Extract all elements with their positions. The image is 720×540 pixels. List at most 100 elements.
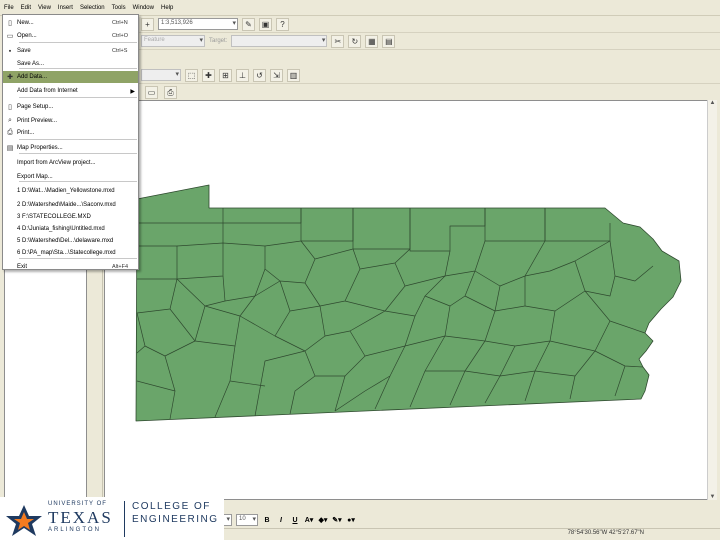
- rotate-tool-icon[interactable]: ↻: [348, 34, 362, 48]
- layer-select-combo[interactable]: [141, 69, 181, 81]
- menu-separator: [19, 42, 137, 43]
- new-document-icon: ▯: [8, 20, 12, 27]
- logo-divider: [124, 501, 125, 537]
- file-menu-item-label: Open...: [17, 33, 37, 39]
- file-menu-item-label: Print Preview...: [17, 118, 58, 124]
- uta-logo: UNIVERSITY OF TEXAS ARLINGTON COLLEGE OF…: [0, 497, 224, 540]
- open-folder-icon: ▭: [6, 33, 14, 40]
- layer-combo[interactable]: Feature: [141, 35, 205, 47]
- file-menu-item-label: Exit: [17, 264, 28, 270]
- menu-separator: [19, 139, 137, 140]
- font-size-combo[interactable]: 10: [236, 514, 258, 526]
- scroll-down-icon[interactable]: ▼: [708, 494, 717, 500]
- split-tool-icon[interactable]: ✂: [331, 34, 345, 48]
- sketch-properties-icon[interactable]: ▤: [382, 34, 396, 48]
- file-menu-item[interactable]: 4 D:\Juniata_fishing\Untitled.mxd: [3, 223, 138, 235]
- file-menu-item-label: Add Data...: [17, 74, 48, 80]
- file-menu-item-label: 6 D:\PA_map\Sta...\Statecollege.mxd: [17, 250, 116, 256]
- map-properties-icon: ▤: [6, 145, 14, 152]
- file-menu-item[interactable]: Export Map...: [3, 171, 138, 183]
- menu-selection[interactable]: Selection: [80, 5, 105, 11]
- scroll-up-icon[interactable]: ▲: [708, 100, 717, 106]
- file-menu-shortcut: Ctrl+S: [112, 48, 128, 54]
- coordinate-readout: 78°54'30.56"W 42°5'27.67"N: [567, 530, 644, 536]
- file-menu-item[interactable]: ▤ Map Properties...: [3, 142, 138, 154]
- file-menu-item-label: 2 D:\Watershed\Maide...\Saconv.mxd: [17, 202, 116, 208]
- pennsylvania-county-map: [135, 184, 682, 422]
- logo-university-of: UNIVERSITY OF: [48, 501, 107, 507]
- arctoolbox-icon[interactable]: ▣: [259, 17, 272, 31]
- underline-button[interactable]: U: [290, 517, 300, 524]
- file-menu-item[interactable]: ▪ Save Ctrl+S: [3, 45, 138, 57]
- attributes-icon[interactable]: ▦: [365, 34, 379, 48]
- line-color-icon[interactable]: ✎▾: [332, 516, 342, 524]
- file-menu-item[interactable]: 6 D:\PA_map\Sta...\Statecollege.mxd: [3, 247, 138, 259]
- italic-button[interactable]: I: [276, 517, 286, 524]
- measure-icon[interactable]: ⊥: [236, 68, 249, 82]
- target-label: Target:: [209, 38, 228, 44]
- file-menu-item[interactable]: ▭ Open... Ctrl+O: [3, 30, 138, 42]
- file-menu-item-label: Map Properties...: [17, 145, 63, 151]
- add-control-points-icon[interactable]: ✚: [202, 68, 215, 82]
- file-menu-shortcut: Ctrl+O: [112, 33, 129, 39]
- print-toolbar-icon[interactable]: ⎙: [164, 86, 177, 99]
- menu-view[interactable]: View: [38, 5, 51, 11]
- page-setup-icon: ▯: [8, 104, 12, 111]
- file-menu-shortcut: Alt+F4: [112, 264, 129, 270]
- file-menu-item[interactable]: Save As...: [3, 58, 138, 70]
- file-menu-item[interactable]: 3 F:\STATECOLLEGE.MXD: [3, 211, 138, 223]
- bold-button[interactable]: B: [262, 517, 272, 524]
- file-menu-item-label: Import from ArcView project...: [17, 160, 96, 166]
- logo-engineering: ENGINEERING: [132, 514, 219, 525]
- file-menu-item-label: Save As...: [17, 61, 45, 67]
- menu-separator: [19, 97, 137, 98]
- file-menu-item[interactable]: Exit Alt+F4: [3, 261, 138, 273]
- zoom-in-icon[interactable]: +: [141, 17, 154, 31]
- map-scale-combo[interactable]: 1:3,513,926: [158, 18, 238, 30]
- file-menu-item[interactable]: ✚ Add Data...: [3, 71, 138, 83]
- add-data-icon: ✚: [7, 74, 13, 81]
- file-menu-item[interactable]: Add Data from Internet ▶: [3, 85, 138, 97]
- file-menu-item[interactable]: 2 D:\Watershed\Maide...\Saconv.mxd: [3, 199, 138, 211]
- drawing-toolbar: 10 B I U A▾ ◆▾ ✎▾ ●▾: [222, 512, 542, 528]
- fit-to-display-icon[interactable]: ⬚: [185, 68, 198, 82]
- file-menu-item[interactable]: ▯ Page Setup...: [3, 101, 138, 113]
- menu-edit[interactable]: Edit: [21, 5, 31, 11]
- file-menu-item[interactable]: 5 D:\Watershed\Del...\delaware.mxd: [3, 235, 138, 247]
- menu-insert[interactable]: Insert: [58, 5, 73, 11]
- menu-window[interactable]: Window: [133, 5, 154, 11]
- menu-help[interactable]: Help: [161, 5, 173, 11]
- whats-this-icon[interactable]: ?: [276, 17, 289, 31]
- target-combo[interactable]: [231, 35, 328, 47]
- file-menu-item[interactable]: ⌕ Print Preview...: [3, 115, 138, 127]
- view-link-table-icon[interactable]: ⊞: [219, 68, 232, 82]
- map-display[interactable]: [104, 100, 716, 500]
- file-menu-item[interactable]: ⎙ Print...: [3, 127, 138, 139]
- menu-file[interactable]: File: [4, 5, 14, 11]
- file-menu-item-label: Print...: [17, 130, 35, 136]
- print-icon: ⎙: [7, 129, 13, 136]
- uta-star-icon: [6, 505, 42, 536]
- menu-tools[interactable]: Tools: [112, 5, 126, 11]
- fill-color-icon[interactable]: ◆▾: [318, 516, 328, 524]
- standard-toolbar: + 1:3,513,926 ✎ ▣ ?: [138, 16, 720, 33]
- submenu-arrow-icon: ▶: [130, 88, 135, 95]
- layer-properties-icon[interactable]: ▥: [287, 68, 300, 82]
- file-menu-dropdown: ▯ New... Ctrl+N ▭ Open... Ctrl+O ▪ Save Ctrl+S Sa…: [2, 14, 139, 270]
- print-preview-icon: ⌕: [8, 117, 12, 124]
- logo-texas: TEXAS: [48, 508, 113, 527]
- layout-view-icon[interactable]: ▭: [145, 86, 158, 99]
- map-vertical-scrollbar[interactable]: ▲ ▼: [707, 100, 717, 500]
- font-color-icon[interactable]: A▾: [304, 516, 314, 524]
- file-menu-item[interactable]: 1 D:\Wat...\Madien_Yellowstone.mxd: [3, 185, 138, 197]
- file-menu-item-label: Save: [17, 48, 31, 54]
- editor-toolbar-icon[interactable]: ✎: [242, 17, 255, 31]
- rotate-icon[interactable]: ↺: [253, 68, 266, 82]
- logo-college-of: COLLEGE OF: [132, 501, 211, 512]
- file-menu-item-label: 3 F:\STATECOLLEGE.MXD: [17, 214, 91, 220]
- file-menu-item[interactable]: ▯ New... Ctrl+N: [3, 17, 138, 29]
- shift-icon[interactable]: ⇲: [270, 68, 283, 82]
- marker-color-icon[interactable]: ●▾: [346, 516, 356, 524]
- file-menu-item[interactable]: Import from ArcView project...: [3, 157, 138, 169]
- file-menu-item-label: New...: [17, 20, 34, 26]
